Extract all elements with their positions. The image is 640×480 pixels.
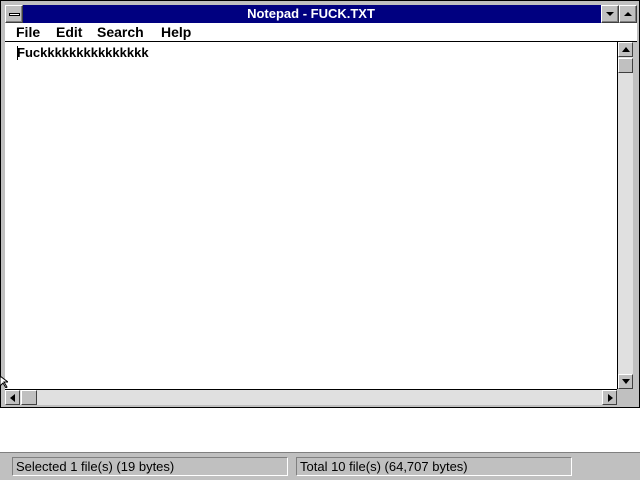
vertical-scrollbar[interactable] <box>617 42 633 389</box>
menu-help[interactable]: Help <box>158 23 194 42</box>
scroll-left-arrow-icon <box>10 394 15 402</box>
status-selected: Selected 1 file(s) (19 bytes) <box>12 457 288 476</box>
vertical-scroll-thumb[interactable] <box>618 58 633 73</box>
system-menu-icon <box>9 13 20 16</box>
system-menu-button[interactable] <box>5 5 23 23</box>
menu-edit[interactable]: Edit <box>53 23 85 42</box>
scroll-down-arrow-icon <box>622 379 630 384</box>
minimize-icon <box>606 12 614 16</box>
scroll-down-button[interactable] <box>618 374 633 389</box>
maximize-icon <box>624 12 632 16</box>
scrollbar-corner <box>617 389 633 405</box>
menu-help-label: Help <box>161 24 192 40</box>
menu-search[interactable]: Search <box>94 23 147 42</box>
minimize-button[interactable] <box>601 5 619 23</box>
window-title: Notepad - FUCK.TXT <box>247 6 375 21</box>
menu-bar: File Edit Search Help <box>5 23 637 42</box>
text-caret <box>17 46 18 60</box>
maximize-button[interactable] <box>619 5 637 23</box>
menu-edit-label: Edit <box>56 24 83 40</box>
horizontal-scrollbar[interactable] <box>5 389 617 405</box>
title-bar[interactable]: Notepad - FUCK.TXT <box>5 5 637 23</box>
mouse-pointer-icon <box>0 376 8 388</box>
menu-file-label: File <box>16 24 41 40</box>
scroll-right-button[interactable] <box>602 390 617 405</box>
scroll-up-arrow-icon <box>622 47 630 52</box>
text-editor[interactable]: Fuckkkkkkkkkkkkkkk <box>5 42 617 389</box>
scroll-left-button[interactable] <box>5 390 20 405</box>
status-total: Total 10 file(s) (64,707 bytes) <box>296 457 572 476</box>
scroll-up-button[interactable] <box>618 42 633 57</box>
editor-content: Fuckkkkkkkkkkkkkkk <box>17 45 149 60</box>
notepad-window: Notepad - FUCK.TXT File Edit Search Help… <box>0 0 640 408</box>
menu-search-label: Search <box>97 24 144 40</box>
horizontal-scroll-thumb[interactable] <box>21 390 37 405</box>
scroll-right-arrow-icon <box>608 394 613 402</box>
menu-file[interactable]: File <box>13 23 43 42</box>
status-bar: Selected 1 file(s) (19 bytes) Total 10 f… <box>0 452 640 480</box>
